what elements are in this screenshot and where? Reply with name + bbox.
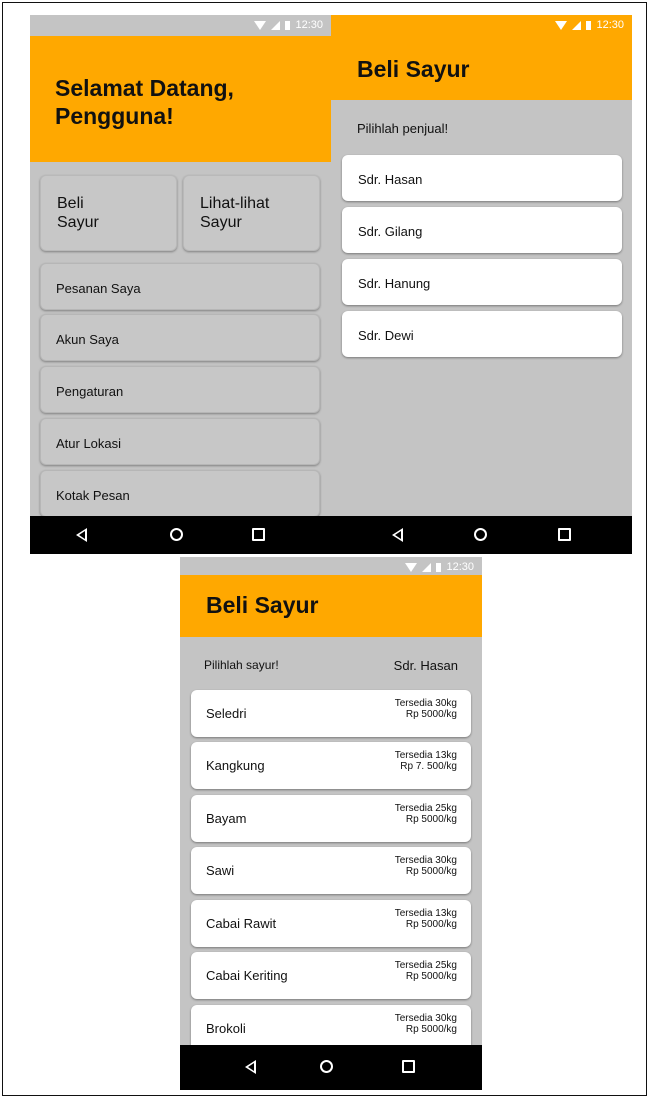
status-time: 12:30 bbox=[596, 19, 624, 31]
stock-label: Tersedia 13kg bbox=[394, 908, 457, 919]
vegetable-prompt: Pilihlah sayur! bbox=[204, 658, 279, 672]
vegetable-name: Seledri bbox=[206, 706, 247, 721]
vegetable-name: Bayam bbox=[206, 811, 247, 826]
signal-icon bbox=[572, 20, 582, 30]
vegetable-info: Tersedia 30kg Rp 5000/kg bbox=[395, 698, 457, 720]
price-label: Rp 5000/kg bbox=[405, 971, 457, 982]
vegetable-item[interactable]: Sawi Tersedia 30kg Rp 5000/kg bbox=[191, 847, 471, 894]
menu-item-akun-saya[interactable]: Akun Saya bbox=[40, 314, 320, 361]
vegetable-info: Tersedia 25kg Rp 5000/kg bbox=[395, 803, 457, 825]
back-icon[interactable] bbox=[76, 528, 87, 542]
price-label: Rp 5000/kg bbox=[405, 1024, 457, 1035]
back-icon[interactable] bbox=[392, 528, 403, 542]
nav-bar bbox=[331, 516, 632, 554]
status-bar: 12:30 bbox=[30, 15, 331, 36]
status-bar: 12:30 bbox=[331, 15, 632, 36]
vegetable-item[interactable]: Seledri Tersedia 30kg Rp 5000/kg bbox=[191, 690, 471, 737]
vegetable-name: Sawi bbox=[206, 863, 235, 878]
recent-apps-icon[interactable] bbox=[252, 528, 265, 541]
wifi-icon bbox=[254, 20, 267, 30]
seller-screen: 12:30 Beli Sayur Pilihlah penjual! Sdr. … bbox=[331, 15, 632, 554]
battery-icon bbox=[285, 20, 291, 30]
wifi-icon bbox=[405, 562, 418, 572]
home-screen: 12:30 Selamat Datang, Pengguna! Beli Say… bbox=[30, 15, 331, 554]
home-icon[interactable] bbox=[320, 1060, 333, 1073]
stock-label: Tersedia 25kg bbox=[394, 960, 457, 971]
battery-icon bbox=[586, 20, 592, 30]
vegetable-name: Cabai Rawit bbox=[206, 916, 277, 931]
seller-item[interactable]: Sdr. Hasan bbox=[342, 155, 622, 201]
vegetable-item[interactable]: Kangkung Tersedia 13kg Rp 7. 500/kg bbox=[191, 742, 471, 789]
vegetable-item[interactable]: Cabai Keriting Tersedia 25kg Rp 5000/kg bbox=[191, 952, 471, 999]
app-header: Beli Sayur bbox=[331, 36, 632, 100]
selected-seller: Sdr. Hasan bbox=[393, 658, 458, 673]
vegetable-info: Tersedia 13kg Rp 5000/kg bbox=[395, 908, 457, 930]
menu-item-atur-lokasi[interactable]: Atur Lokasi bbox=[40, 418, 320, 465]
recent-apps-icon[interactable] bbox=[402, 1060, 415, 1073]
vegetable-name: Brokoli bbox=[206, 1021, 246, 1036]
nav-bar bbox=[30, 516, 331, 554]
stock-label: Tersedia 30kg bbox=[394, 698, 457, 709]
seller-name: Sdr. Gilang bbox=[358, 224, 423, 239]
seller-item[interactable]: Sdr. Hanung bbox=[342, 259, 622, 305]
seller-item[interactable]: Sdr. Dewi bbox=[342, 311, 622, 357]
vegetable-info: Tersedia 30kg Rp 5000/kg bbox=[395, 855, 457, 877]
page-title: Beli Sayur bbox=[206, 592, 319, 618]
price-label: Rp 5000/kg bbox=[405, 866, 457, 877]
price-label: Rp 5000/kg bbox=[405, 919, 457, 930]
seller-name: Sdr. Hanung bbox=[358, 276, 431, 291]
beli-sayur-label: Beli Sayur bbox=[57, 195, 99, 231]
menu-item-pesanan-saya[interactable]: Pesanan Saya bbox=[40, 263, 320, 310]
vegetable-info: Tersedia 30kg Rp 5000/kg bbox=[395, 1013, 457, 1035]
menu-item-kotak-pesan[interactable]: Kotak Pesan bbox=[40, 470, 320, 517]
signal-icon bbox=[422, 562, 432, 572]
battery-icon bbox=[436, 562, 442, 572]
price-label: Rp 5000/kg bbox=[405, 709, 457, 720]
beli-sayur-tile[interactable]: Beli Sayur bbox=[40, 175, 177, 251]
wifi-icon bbox=[555, 20, 568, 30]
vegetable-name: Kangkung bbox=[206, 758, 265, 773]
recent-apps-icon[interactable] bbox=[558, 528, 571, 541]
menu-item-pengaturan[interactable]: Pengaturan bbox=[40, 366, 320, 413]
seller-prompt: Pilihlah penjual! bbox=[357, 121, 449, 136]
price-label: Rp 7. 500/kg bbox=[400, 761, 457, 772]
seller-name: Sdr. Dewi bbox=[358, 328, 414, 343]
nav-bar bbox=[180, 1045, 482, 1090]
page-title: Beli Sayur bbox=[357, 56, 470, 82]
greeting-header: Selamat Datang, Pengguna! bbox=[30, 36, 331, 162]
lihat-sayur-label: Lihat-lihat Sayur bbox=[200, 195, 270, 231]
stock-label: Tersedia 13kg bbox=[394, 750, 457, 761]
vegetable-item[interactable]: Cabai Rawit Tersedia 13kg Rp 5000/kg bbox=[191, 900, 471, 947]
greeting-title: Selamat Datang, Pengguna! bbox=[55, 75, 234, 129]
vegetable-info: Tersedia 25kg Rp 5000/kg bbox=[395, 960, 457, 982]
vegetable-screen: 12:30 Beli Sayur Pilihlah sayur! Sdr. Ha… bbox=[180, 557, 482, 1090]
vegetable-info: Tersedia 13kg Rp 7. 500/kg bbox=[395, 750, 457, 772]
vegetable-name: Cabai Keriting bbox=[206, 968, 288, 983]
seller-name: Sdr. Hasan bbox=[358, 172, 423, 187]
seller-item[interactable]: Sdr. Gilang bbox=[342, 207, 622, 253]
app-header: Beli Sayur bbox=[180, 575, 482, 637]
stock-label: Tersedia 30kg bbox=[394, 1013, 457, 1024]
stock-label: Tersedia 30kg bbox=[394, 855, 457, 866]
status-time: 12:30 bbox=[295, 19, 323, 31]
vegetable-item[interactable]: Bayam Tersedia 25kg Rp 5000/kg bbox=[191, 795, 471, 842]
stock-label: Tersedia 25kg bbox=[394, 803, 457, 814]
back-icon[interactable] bbox=[245, 1060, 256, 1074]
price-label: Rp 5000/kg bbox=[405, 814, 457, 825]
signal-icon bbox=[271, 20, 281, 30]
status-time: 12:30 bbox=[446, 561, 474, 573]
home-icon[interactable] bbox=[170, 528, 183, 541]
lihat-sayur-tile[interactable]: Lihat-lihat Sayur bbox=[183, 175, 320, 251]
home-icon[interactable] bbox=[474, 528, 487, 541]
